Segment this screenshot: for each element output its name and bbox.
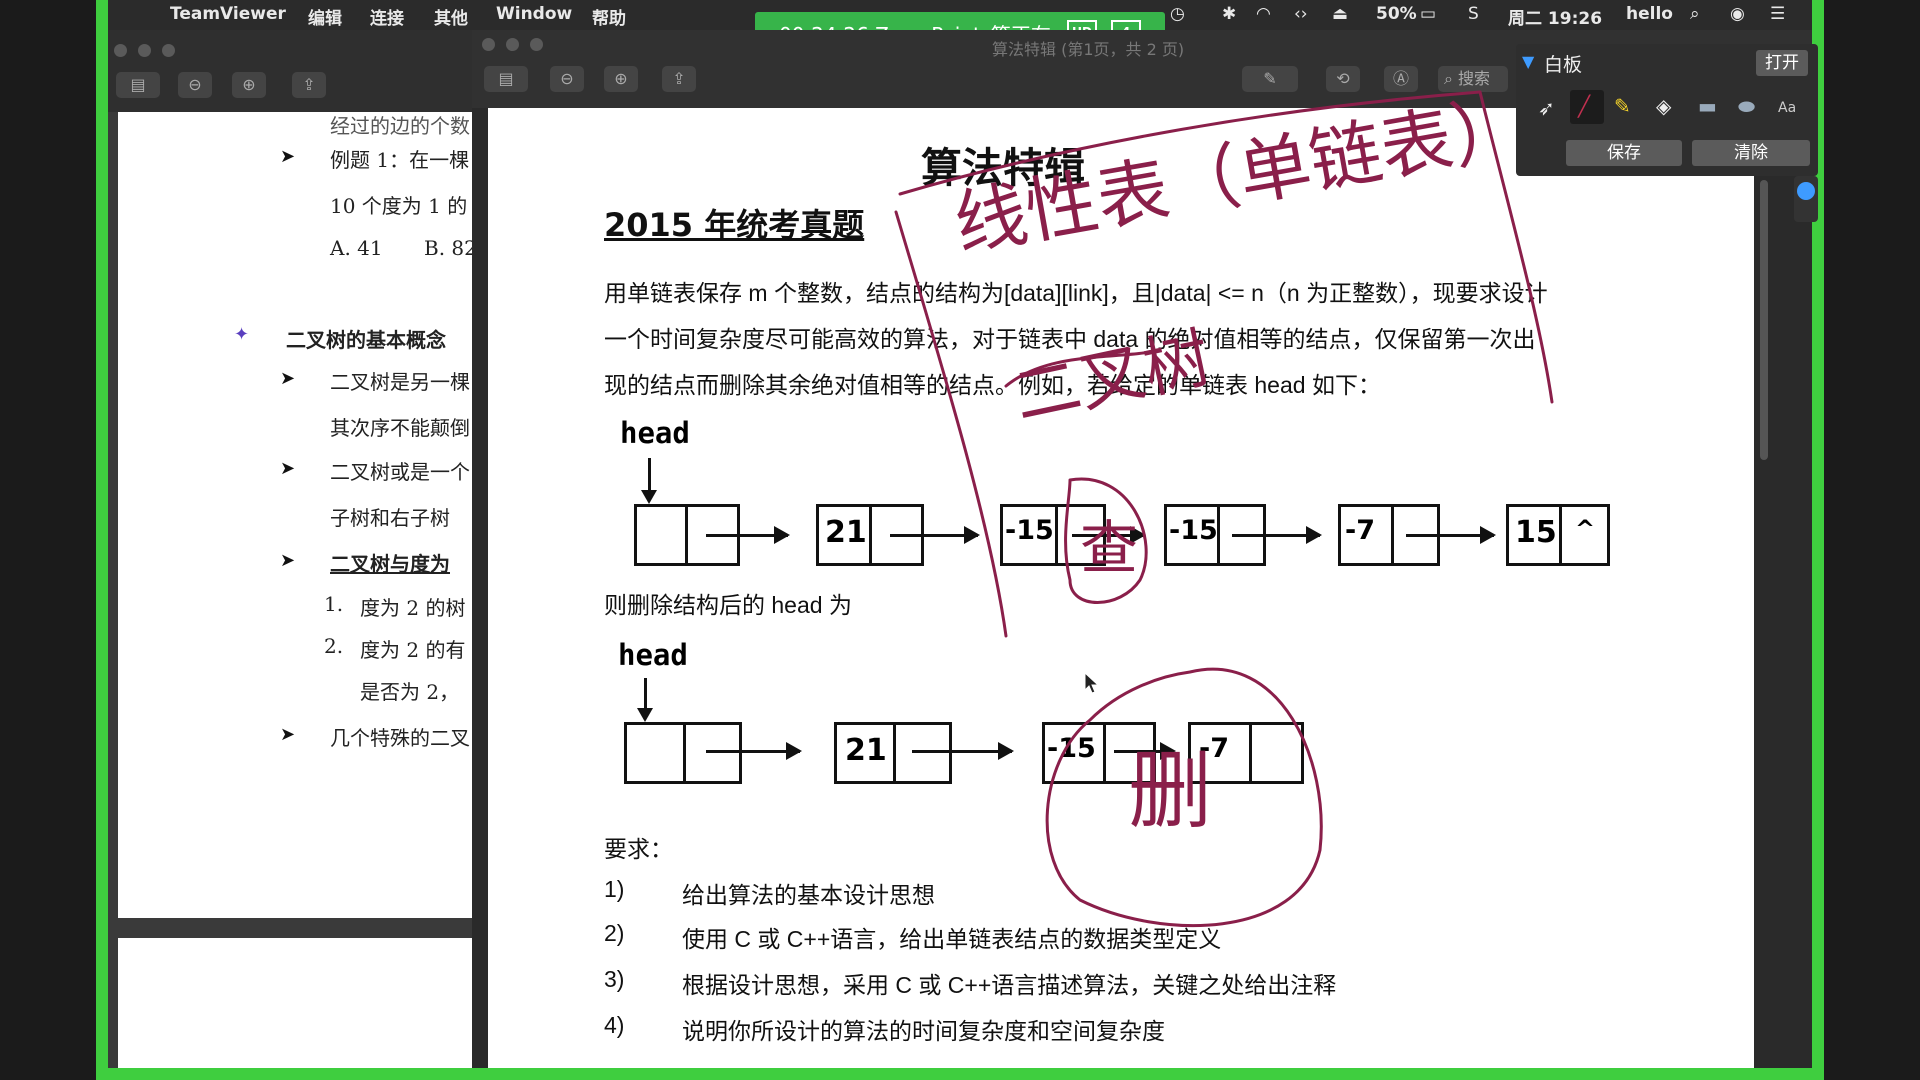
- ink-stroke: [894, 210, 1008, 638]
- ink-note-top: 线性表（单链表）: [948, 84, 1530, 267]
- whiteboard-clear-button[interactable]: 清除: [1692, 140, 1810, 166]
- whiteboard-panel: ▼ 白板 打开 ➶ ╱ ✎ ◈ ▬ ⬬ Aa 保存 清除: [1516, 44, 1818, 176]
- text-icon[interactable]: Aa: [1778, 100, 1796, 116]
- ink-note-circle1: 查: [1080, 514, 1138, 582]
- pen-icon: ╱: [1578, 94, 1591, 118]
- ellipse-icon[interactable]: ⬬: [1738, 94, 1755, 118]
- pen-tool[interactable]: ╱: [1570, 90, 1604, 124]
- whiteboard-collapse-icon[interactable]: ▼: [1522, 52, 1534, 71]
- whiteboard-title: 白板: [1544, 54, 1583, 76]
- teamviewer-icon: [1797, 182, 1815, 200]
- side-toolbar-tab[interactable]: [1794, 176, 1818, 222]
- cursor-icon[interactable]: ➶: [1538, 96, 1555, 120]
- ink-note-middle: 二叉树: [1007, 319, 1217, 435]
- whiteboard-open-button[interactable]: 打开: [1756, 50, 1808, 76]
- rectangle-icon[interactable]: ▬: [1698, 94, 1717, 118]
- eraser-icon[interactable]: ◈: [1656, 94, 1671, 118]
- highlighter-icon[interactable]: ✎: [1614, 94, 1631, 118]
- ink-note-circle2: 删: [1128, 742, 1212, 840]
- whiteboard-save-button[interactable]: 保存: [1566, 140, 1682, 166]
